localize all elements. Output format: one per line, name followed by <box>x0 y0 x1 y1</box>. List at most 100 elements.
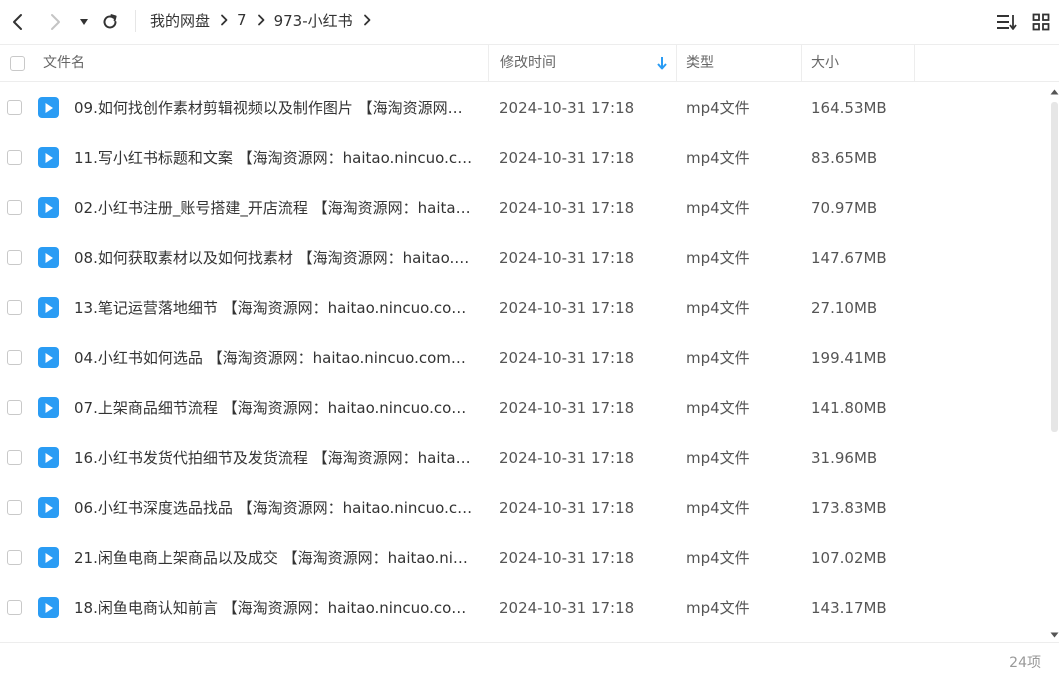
table-row[interactable]: 04.小红书如何选品 【海淘资源网：haitao.nincuo.com】.mp4… <box>0 333 1059 383</box>
caret-down-icon <box>80 19 88 25</box>
file-modified: 2024-10-31 17:18 <box>499 199 635 217</box>
chevron-right-icon[interactable] <box>363 14 371 26</box>
scrollbar-thumb[interactable] <box>1051 102 1058 432</box>
breadcrumb-item-root[interactable]: 我的网盘 <box>150 10 210 31</box>
file-size: 31.96MB <box>811 449 878 467</box>
video-file-icon <box>38 97 59 118</box>
table-row[interactable]: 11.写小红书标题和文案 【海淘资源网：haitao.nincuo.com】.m… <box>0 133 1059 183</box>
file-modified: 2024-10-31 17:18 <box>499 399 635 417</box>
row-checkbox[interactable] <box>7 550 22 565</box>
column-header-modified-label: 修改时间 <box>500 55 556 71</box>
table-row[interactable]: 02.小红书注册_账号搭建_开店流程 【海淘资源网：haitao.nincuo.… <box>0 183 1059 233</box>
video-file-icon <box>38 147 59 168</box>
breadcrumb-item-folder[interactable]: 7 <box>237 11 247 29</box>
file-name: 13.笔记运营落地细节 【海淘资源网：haitao.nincuo.com】.mp… <box>74 299 476 317</box>
file-size: 70.97MB <box>811 199 878 217</box>
file-size: 107.02MB <box>811 549 887 567</box>
file-size: 199.41MB <box>811 349 887 367</box>
back-button[interactable] <box>3 7 33 37</box>
row-checkbox[interactable] <box>7 300 22 315</box>
status-bar: 24项 <box>0 642 1059 681</box>
file-name: 02.小红书注册_账号搭建_开店流程 【海淘资源网：haitao.nincuo.… <box>74 199 476 217</box>
refresh-button[interactable] <box>95 7 125 37</box>
file-modified: 2024-10-31 17:18 <box>499 549 635 567</box>
column-header-modified[interactable]: 修改时间 <box>489 45 677 81</box>
file-name: 09.如何找创作素材剪辑视频以及制作图片 【海淘资源网：haitao.nincu… <box>74 99 476 117</box>
view-toggle-button[interactable] <box>1027 8 1055 36</box>
file-modified: 2024-10-31 17:18 <box>499 299 635 317</box>
video-file-icon <box>38 197 59 218</box>
file-modified: 2024-10-31 17:18 <box>499 149 635 167</box>
file-name: 21.闲鱼电商上架商品以及成交 【海淘资源网：haitao.nincuo.com… <box>74 549 476 567</box>
chevron-right-icon <box>220 14 228 26</box>
file-name: 07.上架商品细节流程 【海淘资源网：haitao.nincuo.com】.mp… <box>74 399 476 417</box>
column-header-name[interactable]: 文件名 <box>0 45 489 81</box>
toolbar: 我的网盘 7 973-小红书 <box>0 0 1059 44</box>
file-name: 04.小红书如何选品 【海淘资源网：haitao.nincuo.com】.mp4 <box>74 349 476 367</box>
video-file-icon <box>38 547 59 568</box>
file-type: mp4文件 <box>686 399 750 417</box>
scroll-up-arrow-icon[interactable] <box>1050 89 1059 95</box>
column-header-name-label: 文件名 <box>43 55 85 71</box>
row-checkbox[interactable] <box>7 450 22 465</box>
file-size: 147.67MB <box>811 249 887 267</box>
file-type: mp4文件 <box>686 149 750 167</box>
table-row[interactable]: 16.小红书发货代拍细节及发货流程 【海淘资源网：haitao.nincuo.c… <box>0 433 1059 483</box>
video-file-icon <box>38 497 59 518</box>
vertical-scrollbar[interactable] <box>1049 86 1059 638</box>
file-name: 08.如何获取素材以及如何找素材 【海淘资源网：haitao.nincuo.co… <box>74 249 476 267</box>
toolbar-divider <box>135 10 136 32</box>
row-checkbox[interactable] <box>7 150 22 165</box>
file-type: mp4文件 <box>686 199 750 217</box>
row-checkbox[interactable] <box>7 200 22 215</box>
file-size: 27.10MB <box>811 299 878 317</box>
file-modified: 2024-10-31 17:18 <box>499 349 635 367</box>
file-manager-window: 我的网盘 7 973-小红书 文件名 修改时间 类型 大小 09.如何找创作素材… <box>0 0 1059 681</box>
row-checkbox[interactable] <box>7 500 22 515</box>
row-checkbox[interactable] <box>7 100 22 115</box>
file-size: 83.65MB <box>811 149 878 167</box>
chevron-left-icon <box>13 14 22 30</box>
sort-descending-icon <box>657 57 667 70</box>
column-header-type[interactable]: 类型 <box>677 45 802 81</box>
file-size: 143.17MB <box>811 599 887 617</box>
file-size: 173.83MB <box>811 499 887 517</box>
breadcrumb-item-current[interactable]: 973-小红书 <box>274 10 353 31</box>
video-file-icon <box>38 347 59 368</box>
row-checkbox[interactable] <box>7 250 22 265</box>
table-row[interactable]: 21.闲鱼电商上架商品以及成交 【海淘资源网：haitao.nincuo.com… <box>0 533 1059 583</box>
file-size: 141.80MB <box>811 399 887 417</box>
column-header-size-label: 大小 <box>811 55 839 71</box>
row-checkbox[interactable] <box>7 400 22 415</box>
video-file-icon <box>38 297 59 318</box>
file-type: mp4文件 <box>686 549 750 567</box>
breadcrumb: 我的网盘 7 973-小红书 <box>150 0 380 40</box>
table-row[interactable]: 08.如何获取素材以及如何找素材 【海淘资源网：haitao.nincuo.co… <box>0 233 1059 283</box>
video-file-icon <box>38 397 59 418</box>
video-file-icon <box>38 597 59 618</box>
row-checkbox[interactable] <box>7 600 22 615</box>
file-name: 11.写小红书标题和文案 【海淘资源网：haitao.nincuo.com】.m… <box>74 149 476 167</box>
file-type: mp4文件 <box>686 299 750 317</box>
table-row[interactable]: 09.如何找创作素材剪辑视频以及制作图片 【海淘资源网：haitao.nincu… <box>0 83 1059 133</box>
file-modified: 2024-10-31 17:18 <box>499 499 635 517</box>
table-row[interactable]: 06.小红书深度选品找品 【海淘资源网：haitao.nincuo.com】.m… <box>0 483 1059 533</box>
file-modified: 2024-10-31 17:18 <box>499 249 635 267</box>
file-modified: 2024-10-31 17:18 <box>499 599 635 617</box>
chevron-right-icon <box>51 14 60 30</box>
sort-list-icon <box>997 15 1017 30</box>
scroll-down-arrow-icon[interactable] <box>1050 632 1059 638</box>
video-file-icon <box>38 247 59 268</box>
table-row[interactable]: 18.闲鱼电商认知前言 【海淘资源网：haitao.nincuo.com】.mp… <box>0 583 1059 633</box>
grid-view-icon <box>1032 13 1050 31</box>
file-modified: 2024-10-31 17:18 <box>499 99 635 117</box>
table-row[interactable]: 07.上架商品细节流程 【海淘资源网：haitao.nincuo.com】.mp… <box>0 383 1059 433</box>
table-row[interactable]: 13.笔记运营落地细节 【海淘资源网：haitao.nincuo.com】.mp… <box>0 283 1059 333</box>
sort-button[interactable] <box>993 8 1021 36</box>
forward-button[interactable] <box>40 7 70 37</box>
file-type: mp4文件 <box>686 349 750 367</box>
column-header-size[interactable]: 大小 <box>802 45 915 81</box>
file-type: mp4文件 <box>686 249 750 267</box>
row-checkbox[interactable] <box>7 350 22 365</box>
column-header-type-label: 类型 <box>686 55 714 71</box>
